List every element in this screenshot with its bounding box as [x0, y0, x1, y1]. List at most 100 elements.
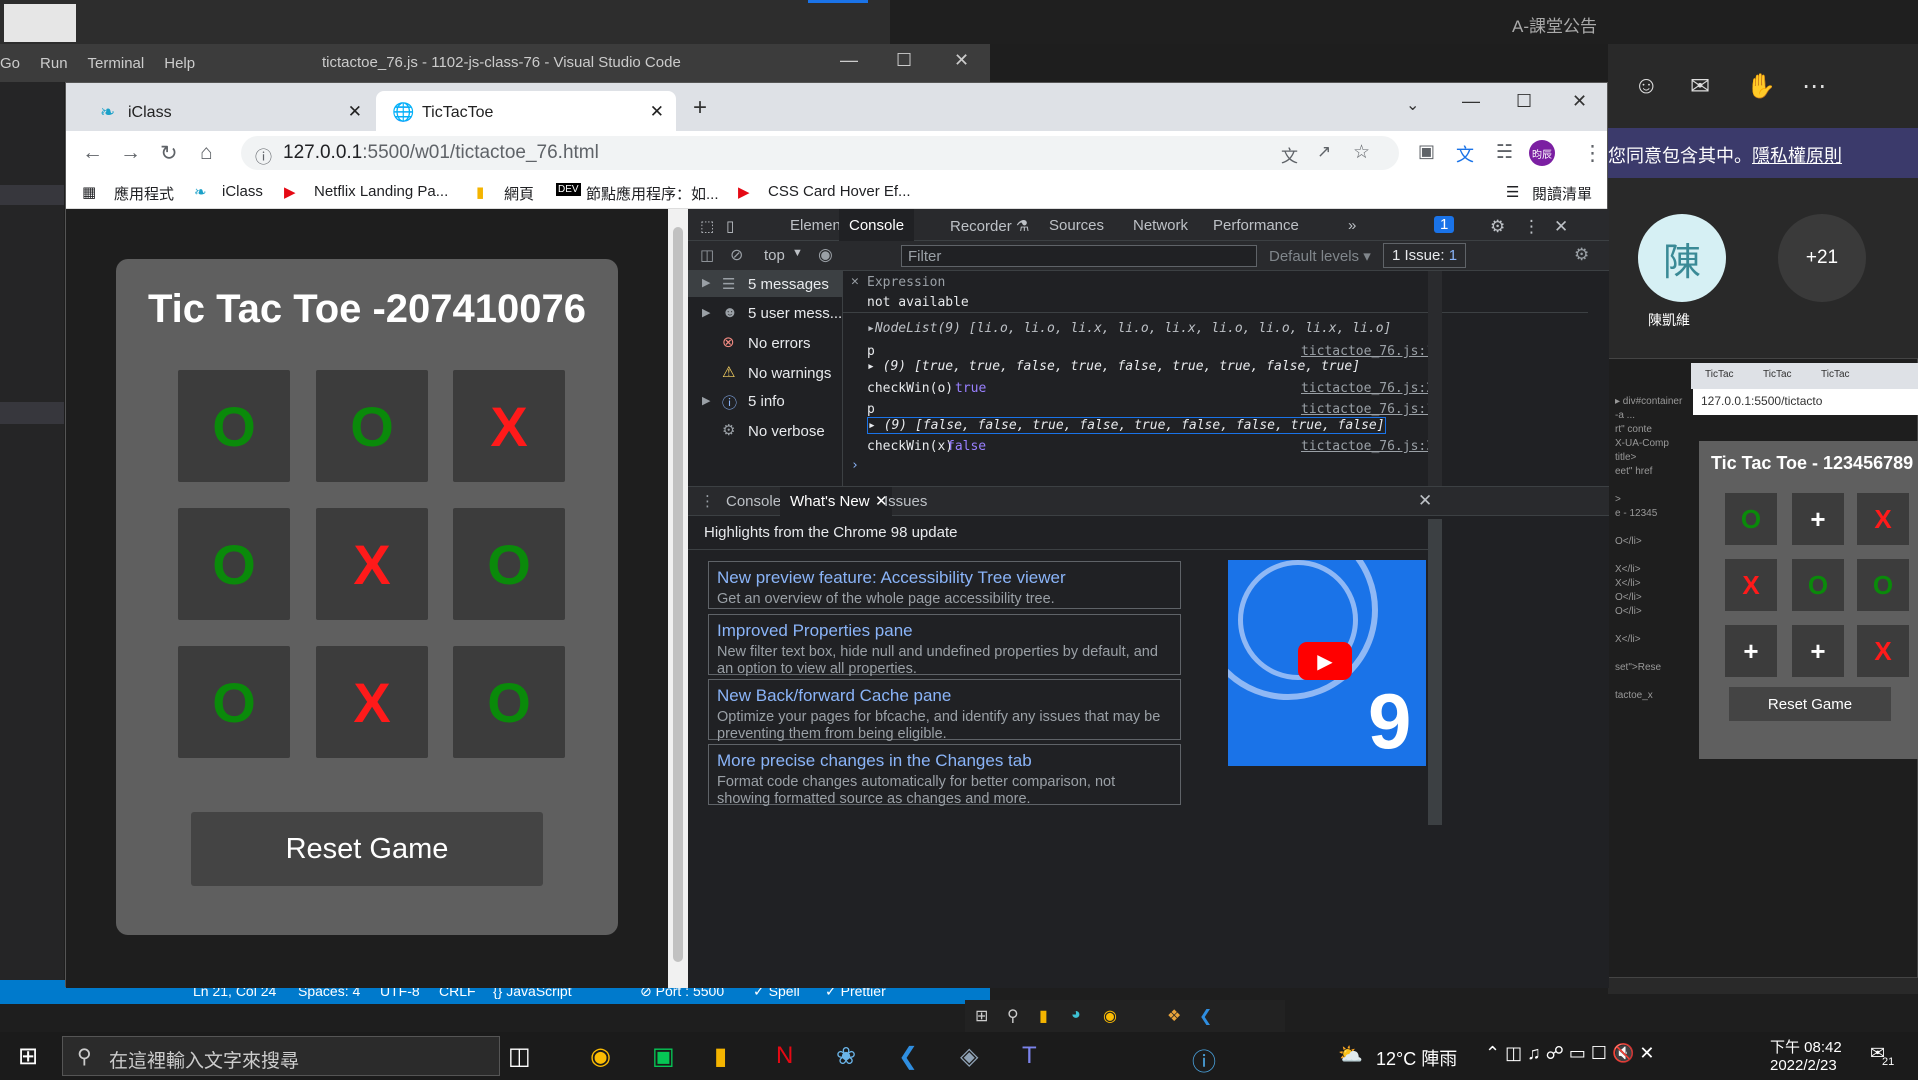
sidebar-user-messages[interactable]: 5 user mess... [748, 305, 842, 322]
tab-tictactoe[interactable]: 🌐 TicTacToe ✕ [376, 91, 676, 131]
log-nodelist[interactable]: ▸NodeList(9) [li.o, li.o, li.x, li.o, li… [867, 321, 1391, 336]
cell-0[interactable]: O [178, 370, 290, 482]
log-array[interactable]: ▸ (9) [true, true, false, true, false, t… [867, 359, 1360, 374]
clock-date[interactable]: 2022/2/23 [1770, 1057, 1837, 1074]
maximize-icon[interactable]: ☐ [1516, 91, 1532, 112]
kebab-icon[interactable]: ⋮ [1523, 217, 1540, 237]
teams-icon[interactable]: T [1022, 1042, 1037, 1070]
page-scrollbar[interactable] [668, 209, 688, 988]
console-prompt-icon[interactable]: › [851, 458, 859, 473]
tab-iclass[interactable]: ❧ iClass ✕ [74, 91, 374, 131]
vscode-taskbar-icon[interactable]: ❮ [898, 1042, 918, 1071]
menu-help[interactable]: Help [164, 55, 195, 72]
whats-new-card[interactable]: New preview feature: Accessibility Tree … [708, 561, 1181, 609]
info-icon[interactable]: ⓘ [255, 143, 272, 168]
cell-4[interactable]: X [316, 508, 428, 620]
close-icon[interactable]: ✕ [954, 50, 969, 71]
close-devtools-icon[interactable]: ✕ [1554, 217, 1568, 237]
log-source-link[interactable]: tictactoe_76.js:30 [1301, 439, 1442, 454]
context-selector[interactable]: top [764, 247, 785, 264]
reload-icon[interactable]: ↻ [160, 141, 178, 166]
bookmark-css-card[interactable]: CSS Card Hover Ef... [768, 183, 911, 200]
tab-search-icon[interactable]: ⌄ [1406, 95, 1419, 115]
log-source-link[interactable]: tictactoe_76.js:29 [1301, 381, 1442, 396]
issues-button[interactable]: 1 Issue: 1 [1383, 243, 1467, 268]
tab-close-icon[interactable]: ✕ [348, 102, 362, 122]
remove-expression-icon[interactable]: ✕ [851, 274, 859, 289]
tab-console[interactable]: Console [839, 209, 915, 241]
extension-icon[interactable]: ▣ [1418, 141, 1435, 162]
whats-new-card[interactable]: New Back/forward Cache pane Optimize you… [708, 679, 1181, 742]
sidebar-info[interactable]: 5 info [748, 393, 785, 410]
puzzle-icon[interactable]: ☵ [1496, 141, 1513, 164]
close-drawer-icon[interactable]: ✕ [1418, 491, 1432, 511]
console-settings-icon[interactable]: ⚙ [1574, 245, 1589, 265]
card-title[interactable]: Improved Properties pane [717, 621, 1172, 641]
device-toolbar-icon[interactable]: ▯ [726, 217, 734, 235]
cell-7[interactable]: X [316, 646, 428, 758]
tab-recorder[interactable]: Recorder ⚗ [950, 217, 1029, 235]
menu-terminal[interactable]: Terminal [88, 55, 145, 72]
drawer-tab-issues[interactable]: Issues [884, 493, 927, 510]
scrollbar-thumb[interactable] [673, 227, 683, 962]
new-tab-icon[interactable]: + [693, 94, 707, 122]
reactions-icon[interactable]: ✋ [1746, 72, 1776, 101]
line-icon[interactable]: ▣ [652, 1042, 675, 1071]
drawer-menu-icon[interactable]: ⋮ [700, 492, 715, 510]
log-levels-dropdown[interactable]: Default levels ▾ [1269, 247, 1371, 265]
card-title[interactable]: New Back/forward Cache pane [717, 686, 1172, 706]
weather-text[interactable]: 12°C 陣雨 [1376, 1045, 1457, 1071]
cell-3[interactable]: O [178, 508, 290, 620]
start-icon[interactable]: ⊞ [18, 1042, 38, 1071]
log-source-link[interactable]: tictactoe_76.js:13 [1301, 344, 1442, 359]
taskbar-search-input[interactable]: ⚲ 在這裡輸入文字來搜尋 [62, 1036, 500, 1076]
home-icon[interactable]: ⌂ [200, 141, 213, 165]
card-title[interactable]: New preview feature: Accessibility Tree … [717, 568, 1172, 588]
youtube-play-icon[interactable]: ▶ [1298, 642, 1352, 680]
close-icon[interactable]: ✕ [1572, 91, 1587, 112]
tab-sources[interactable]: Sources [1049, 217, 1104, 234]
card-title[interactable]: More precise changes in the Changes tab [717, 751, 1172, 771]
bookmark-node[interactable]: 節點應用程序：如... [586, 183, 719, 204]
menu-go[interactable]: Go [0, 55, 20, 72]
settings-gear-icon[interactable]: ⚙ [1490, 217, 1505, 237]
bookmark-apps[interactable]: 應用程式 [114, 183, 174, 204]
privacy-link[interactable]: 隱私權原則 [1752, 146, 1842, 166]
more-tabs-icon[interactable]: » [1348, 217, 1356, 234]
file-explorer-icon[interactable]: ▮ [714, 1042, 727, 1071]
clock-time[interactable]: 下午 08:42 [1770, 1036, 1842, 1057]
expand-icon[interactable]: ▶ [702, 306, 710, 319]
back-icon[interactable]: ← [82, 141, 103, 165]
profile-avatar[interactable]: 昀辰 [1529, 140, 1555, 166]
more-participants-badge[interactable]: +21 [1778, 214, 1866, 302]
expand-icon[interactable]: ▶ [702, 394, 710, 407]
share-icon[interactable]: ↗ [1317, 142, 1331, 162]
sidebar-warnings[interactable]: No warnings [748, 365, 831, 382]
cell-2[interactable]: X [453, 370, 565, 482]
tab-network[interactable]: Network [1133, 217, 1188, 234]
sidebar-messages[interactable]: 5 messages [748, 276, 829, 293]
sidebar-verbose[interactable]: No verbose [748, 423, 825, 440]
maximize-icon[interactable]: ☐ [896, 50, 912, 71]
log-array[interactable]: ▸ (9) [false, false, true, false, true, … [867, 417, 1386, 434]
translate-icon[interactable]: 文 [1281, 142, 1298, 167]
log-source-link[interactable]: tictactoe_76.js:13 [1301, 402, 1442, 417]
tab-close-icon[interactable]: ✕ [650, 102, 664, 122]
menu-run[interactable]: Run [40, 55, 68, 72]
tab-performance[interactable]: Performance [1213, 217, 1299, 234]
clear-console-icon[interactable]: ⊘ [730, 245, 743, 265]
issues-badge[interactable]: 1 [1434, 216, 1455, 233]
bookmark-iclass[interactable]: iClass [222, 183, 263, 200]
menu-kebab-icon[interactable]: ⋮ [1582, 141, 1603, 166]
cell-8[interactable]: O [453, 646, 565, 758]
netflix-icon[interactable]: N [776, 1042, 793, 1070]
chat-icon[interactable]: ✉ [1690, 72, 1710, 101]
inspect-icon[interactable]: ⬚ [700, 217, 714, 235]
minimize-icon[interactable]: — [840, 50, 858, 71]
weather-icon[interactable]: ⛅ [1338, 1042, 1363, 1067]
drawer-tab-whats-new[interactable]: What's New ✕ [780, 487, 892, 517]
address-bar[interactable]: ⓘ 127.0.0.1:5500/w01/tictactoe_76.html 文… [241, 136, 1399, 170]
chrome-taskbar-icon[interactable]: ◉ [590, 1042, 611, 1071]
bookmark-webpages[interactable]: 網頁 [504, 183, 534, 204]
minimize-icon[interactable]: — [1462, 91, 1480, 112]
